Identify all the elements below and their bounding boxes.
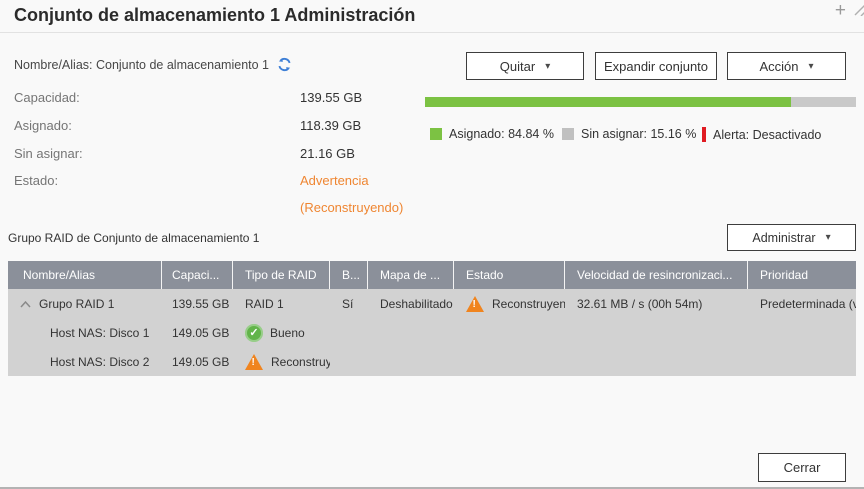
raid-group-bitmap: Sí — [330, 289, 368, 318]
col-resync-speed[interactable]: Velocidad de resincronizaci... — [565, 261, 748, 289]
title-divider — [0, 32, 864, 33]
raid-table-header: Nombre/Alias Capaci... Tipo de RAID B...… — [8, 261, 856, 289]
chevron-down-icon: ▾ — [809, 61, 814, 72]
disk1-status-cell: ✓ Bueno — [233, 318, 330, 347]
usage-bar-fill — [425, 97, 791, 107]
legend-alert: Alerta: Desactivado — [702, 127, 821, 142]
collapse-chevron-icon[interactable] — [20, 297, 31, 311]
disk2-name: Host NAS: Disco 2 — [8, 347, 162, 376]
stat-unallocated: Sin asignar:21.16 GB — [14, 146, 355, 161]
stat-capacity-label: Capacidad: — [14, 90, 300, 105]
remove-button-label: Quitar — [500, 59, 535, 74]
legend-unallocated: Sin asignar: 15.16 % — [562, 127, 696, 141]
table-row-disk-2[interactable]: Host NAS: Disco 2 149.05 GB ! Reconstruy — [8, 347, 856, 376]
col-priority[interactable]: Prioridad — [748, 261, 856, 289]
stat-allocated-value: 118.39 GB — [300, 118, 361, 133]
close-button-label: Cerrar — [784, 460, 821, 475]
chevron-down-icon: ▾ — [826, 232, 831, 243]
chevron-down-icon: ▾ — [545, 61, 550, 72]
raid-group-priority: Predeterminada (ve — [748, 289, 856, 318]
check-icon: ✓ — [245, 324, 263, 342]
raid-group-name: Grupo RAID 1 — [39, 297, 114, 311]
pool-name-row: Nombre/Alias: Conjunto de almacenamiento… — [14, 57, 292, 72]
col-bitmap[interactable]: B... — [330, 261, 368, 289]
stat-unallocated-value: 21.16 GB — [300, 146, 355, 161]
manage-button[interactable]: Administrar ▾ — [727, 224, 856, 251]
action-button-label: Acción — [759, 59, 798, 74]
raid-table-body: Grupo RAID 1 139.55 GB RAID 1 Sí Deshabi… — [8, 289, 856, 376]
col-name[interactable]: Nombre/Alias — [8, 261, 162, 289]
allocated-swatch-icon — [430, 128, 442, 140]
stat-capacity-value: 139.55 GB — [300, 90, 362, 105]
alert-swatch-icon — [702, 127, 706, 142]
page-title: Conjunto de almacenamiento 1 Administrac… — [14, 5, 415, 26]
raid-group-map: Deshabilitado — [368, 289, 454, 318]
expand-pool-button-label: Expandir conjunto — [604, 59, 708, 74]
refresh-icon[interactable] — [277, 57, 292, 72]
usage-bar — [425, 97, 856, 107]
raid-group-status-cell: ! Reconstruyendo — [454, 289, 565, 318]
raid-group-capacity: 139.55 GB — [162, 289, 233, 318]
col-status[interactable]: Estado — [454, 261, 565, 289]
plus-icon[interactable]: + — [835, 1, 846, 21]
raid-group-name-cell[interactable]: Grupo RAID 1 — [8, 289, 162, 318]
table-row-disk-1[interactable]: Host NAS: Disco 1 149.05 GB ✓ Bueno — [8, 318, 856, 347]
legend-allocated: Asignado: 84.84 % — [430, 127, 554, 141]
raid-group-status: Reconstruyendo — [492, 297, 565, 311]
disk1-capacity: 149.05 GB — [162, 318, 233, 347]
stat-capacity: Capacidad:139.55 GB — [14, 90, 362, 105]
col-capacity[interactable]: Capaci... — [162, 261, 233, 289]
warning-icon: ! — [466, 296, 484, 312]
raid-table: Nombre/Alias Capaci... Tipo de RAID B...… — [8, 261, 856, 376]
stat-status-value: Advertencia — [300, 173, 369, 188]
legend-allocated-label: Asignado: 84.84 % — [449, 127, 554, 141]
close-button[interactable]: Cerrar — [758, 453, 846, 482]
disk2-status-cell: ! Reconstruy — [233, 347, 330, 376]
remove-button[interactable]: Quitar ▾ — [466, 52, 584, 80]
disk1-status: Bueno — [270, 326, 305, 340]
stat-status-value2: (Reconstruyendo) — [300, 200, 403, 215]
raid-group-resync-speed: 32.61 MB / s (00h 54m) — [565, 289, 748, 318]
stat-status-label: Estado: — [14, 173, 300, 188]
legend-alert-label: Alerta: Desactivado — [713, 128, 821, 142]
stat-allocated-label: Asignado: — [14, 118, 300, 133]
stat-status: Estado:Advertencia — [14, 173, 369, 188]
resize-grip-icon[interactable] — [854, 2, 864, 21]
raid-group-type: RAID 1 — [233, 289, 330, 318]
warning-icon: ! — [245, 354, 263, 370]
pool-name-label: Nombre/Alias: Conjunto de almacenamiento… — [14, 58, 269, 72]
col-raid-type[interactable]: Tipo de RAID — [233, 261, 330, 289]
col-map[interactable]: Mapa de ... — [368, 261, 454, 289]
raid-section-title: Grupo RAID de Conjunto de almacenamiento… — [8, 231, 259, 245]
unallocated-swatch-icon — [562, 128, 574, 140]
table-row-raid-group[interactable]: Grupo RAID 1 139.55 GB RAID 1 Sí Deshabi… — [8, 289, 856, 318]
stat-unallocated-label: Sin asignar: — [14, 146, 300, 161]
disk1-name: Host NAS: Disco 1 — [8, 318, 162, 347]
expand-pool-button[interactable]: Expandir conjunto — [595, 52, 717, 80]
disk2-status: Reconstruy — [271, 355, 330, 369]
storage-pool-dialog: Conjunto de almacenamiento 1 Administrac… — [0, 0, 864, 489]
action-button[interactable]: Acción ▾ — [727, 52, 846, 80]
disk2-capacity: 149.05 GB — [162, 347, 233, 376]
manage-button-label: Administrar — [752, 231, 815, 245]
stat-allocated: Asignado:118.39 GB — [14, 118, 361, 133]
legend-unallocated-label: Sin asignar: 15.16 % — [581, 127, 696, 141]
